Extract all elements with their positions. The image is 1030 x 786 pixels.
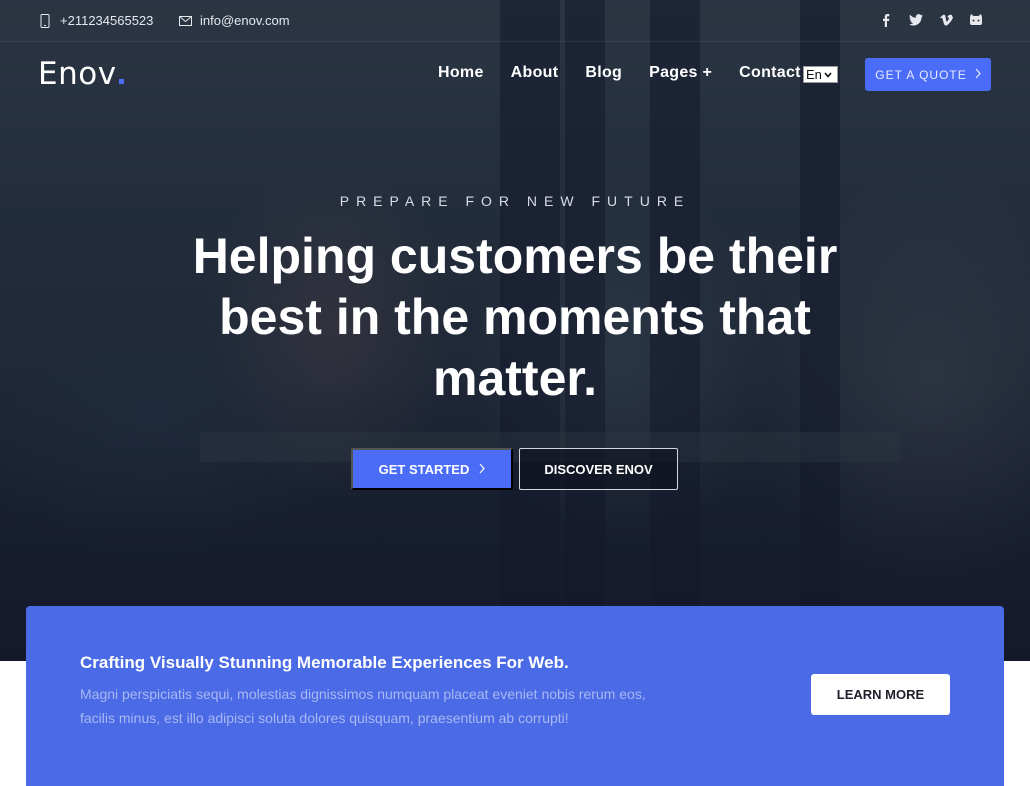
hero-headline: Helping customers be their best in the m… <box>192 228 838 406</box>
vimeo-icon[interactable] <box>938 12 954 28</box>
phone-number: +211234565523 <box>60 13 154 28</box>
chevron-down-icon <box>824 70 832 80</box>
phone-contact[interactable]: +211234565523 <box>38 13 153 28</box>
nav-blog[interactable]: Blog <box>585 64 622 82</box>
email-contact[interactable]: info@enov.com <box>178 13 290 28</box>
facebook-icon[interactable] <box>878 12 894 28</box>
get-started-button[interactable]: GET STARTED <box>351 448 513 490</box>
phone-icon <box>38 13 52 28</box>
hero-eyebrow: PREPARE FOR NEW FUTURE <box>339 193 691 209</box>
nav-about[interactable]: About <box>511 64 559 82</box>
band-text: Magni perspiciatis sequi, molestias dign… <box>80 686 646 726</box>
get-quote-button[interactable]: GET A QUOTE <box>865 58 991 91</box>
nav-pages[interactable]: Pages + <box>649 64 712 82</box>
mail-icon <box>178 14 192 28</box>
twitter-icon[interactable] <box>908 12 924 28</box>
discover-enov-button[interactable]: DISCOVER ENOV <box>519 448 678 490</box>
chevron-right-icon <box>479 462 486 477</box>
discover-enov-label: DISCOVER ENOV <box>544 461 653 477</box>
learn-more-button[interactable]: LEARN MORE <box>811 674 950 715</box>
get-quote-label: GET A QUOTE <box>875 67 967 82</box>
cta-band: Crafting Visually Stunning Memorable Exp… <box>26 606 1004 786</box>
learn-more-label: LEARN MORE <box>836 687 925 702</box>
language-value: En <box>806 67 822 82</box>
logo[interactable]: Enov <box>38 56 124 92</box>
chevron-right-icon <box>975 67 981 82</box>
get-started-label: GET STARTED <box>378 461 470 477</box>
email-address: info@enov.com <box>200 13 290 28</box>
logo-text: Enov <box>38 56 117 92</box>
band-title: Crafting Visually Stunning Memorable Exp… <box>80 653 569 672</box>
top-bar: +211234565523 info@enov.com <box>0 0 1030 42</box>
language-select[interactable]: En <box>803 66 838 83</box>
nav-home[interactable]: Home <box>438 64 484 82</box>
social-links <box>878 12 984 28</box>
github-icon[interactable] <box>968 12 984 28</box>
nav-contact[interactable]: Contact <box>739 64 801 82</box>
main-nav: Home About Blog Pages + Contact <box>438 64 810 82</box>
logo-dot <box>118 79 124 84</box>
